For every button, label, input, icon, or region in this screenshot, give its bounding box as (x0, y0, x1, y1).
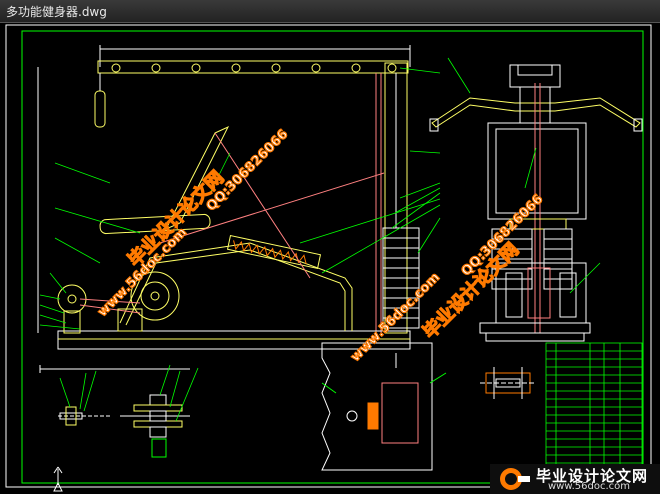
site-banner: 毕业设计论文网 www.56doc.com (490, 464, 660, 494)
watermark-group-3: QQ:306826066 (203, 126, 292, 215)
title-block-table (545, 342, 643, 480)
banner-site-url: www.56doc.com (548, 481, 631, 492)
base-plate-detail (321, 342, 447, 471)
bolt-detail (480, 367, 536, 399)
watermark-qq-1: QQ:306826066 (204, 127, 291, 214)
window-title: 多功能健身器.dwg (6, 5, 107, 19)
cad-drawing-canvas[interactable]: 毕业设计论文网 www.56doc.com QQ:306826066 毕业设计论… (0, 23, 660, 494)
detail-views (39, 365, 190, 458)
front-view-leaders (39, 67, 441, 330)
site-logo-icon (500, 468, 530, 490)
watermark-site-cn-2: 毕业设计论文网 (418, 238, 523, 343)
window-titlebar: 多功能健身器.dwg (0, 0, 660, 23)
watermark-group-4: 毕业设计论文网 (418, 238, 524, 344)
